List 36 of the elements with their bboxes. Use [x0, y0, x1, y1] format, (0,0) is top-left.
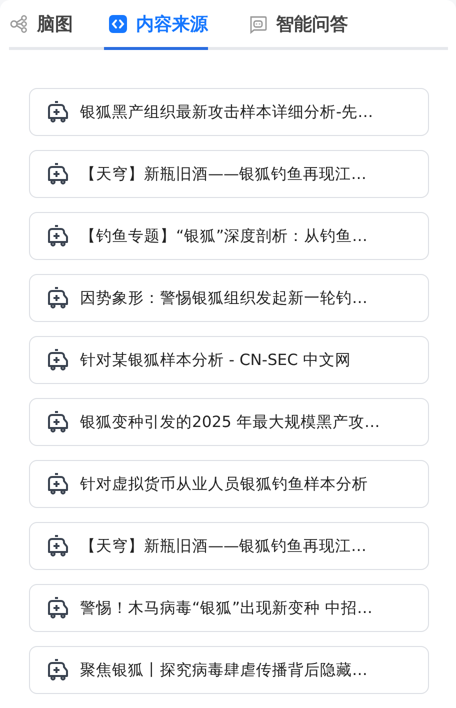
source-card[interactable]: 针对某银狐样本分析 - CN-SEC 中文网 [29, 336, 429, 384]
ambulance-icon [46, 534, 70, 558]
robot-icon [248, 14, 268, 34]
source-card[interactable]: 警惕！木马病毒“银狐”出现新变种 中招… [29, 584, 429, 632]
source-title: 银狐黑产组织最新攻击样本详细分析-先… [80, 102, 374, 122]
ambulance-icon [46, 348, 70, 372]
ambulance-icon [46, 224, 70, 248]
source-title: 针对某银狐样本分析 - CN-SEC 中文网 [80, 350, 351, 370]
source-title: 针对虚拟货币从业人员银狐钓鱼样本分析 [80, 474, 368, 494]
source-card[interactable]: 【天穹】新瓶旧酒——银狐钓鱼再现江… [29, 522, 429, 570]
source-title: 【钓鱼专题】“银狐”深度剖析：从钓鱼… [80, 226, 368, 246]
source-title: 银狐变种引发的2025 年最大规模黑产攻… [80, 412, 380, 432]
source-title: 聚焦银狐丨探究病毒肆虐传播背后隐藏… [80, 660, 368, 680]
ambulance-icon [46, 658, 70, 682]
source-title: 【天穹】新瓶旧酒——银狐钓鱼再现江… [80, 164, 366, 184]
ambulance-icon [46, 162, 70, 186]
source-card[interactable]: 针对虚拟货币从业人员银狐钓鱼样本分析 [29, 460, 429, 508]
ambulance-icon [46, 100, 70, 124]
source-card[interactable]: 【天穹】新瓶旧酒——银狐钓鱼再现江… [29, 150, 429, 198]
code-icon [108, 14, 128, 34]
tab[interactable]: 脑图 [9, 0, 73, 50]
node-graph-icon [9, 14, 29, 34]
source-card[interactable]: 银狐黑产组织最新攻击样本详细分析-先… [29, 88, 429, 136]
source-card[interactable]: 聚焦银狐丨探究病毒肆虐传播背后隐藏… [29, 646, 429, 694]
source-card[interactable]: 银狐变种引发的2025 年最大规模黑产攻… [29, 398, 429, 446]
source-card[interactable]: 【钓鱼专题】“银狐”深度剖析：从钓鱼… [29, 212, 429, 260]
source-card[interactable]: 因势象形：警惕银狐组织发起新一轮钓… [29, 274, 429, 322]
ambulance-icon [46, 286, 70, 310]
ambulance-icon [46, 410, 70, 434]
tab[interactable]: 内容来源 [104, 0, 208, 50]
source-title: 因势象形：警惕银狐组织发起新一轮钓… [80, 288, 368, 308]
source-title: 警惕！木马病毒“银狐”出现新变种 中招… [80, 598, 372, 618]
ambulance-icon [46, 472, 70, 496]
ambulance-icon [46, 596, 70, 620]
source-title: 【天穹】新瓶旧酒——银狐钓鱼再现江… [80, 536, 366, 556]
tab[interactable]: 智能问答 [248, 0, 348, 50]
